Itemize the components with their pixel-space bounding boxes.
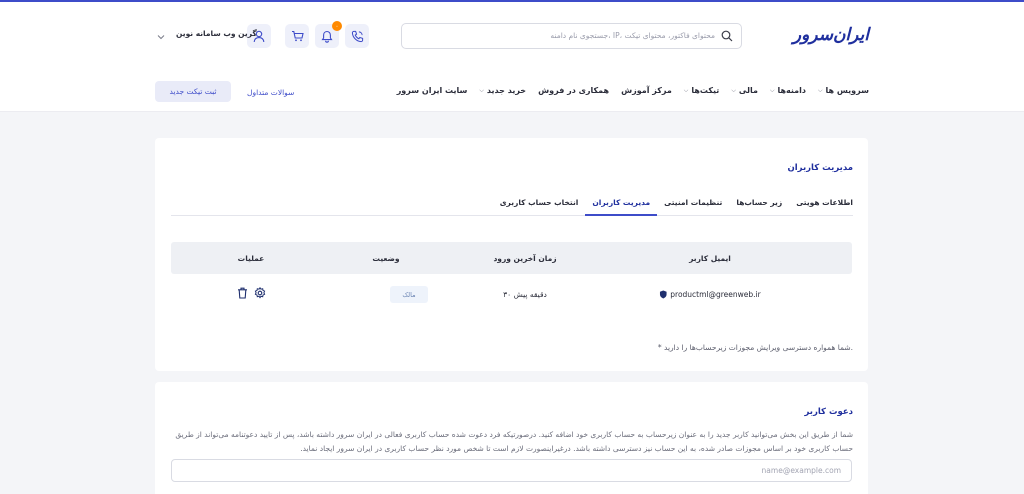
chevron-down-icon[interactable] [157,34,165,40]
users-card-title: مدیریت کاربران [787,163,853,173]
cart-icon [291,30,304,42]
chevron-down-icon: ⌵ [817,86,823,94]
settings-gear-icon[interactable] [254,287,266,299]
tab[interactable]: زیر حساب‌ها [729,198,789,216]
users-management-card: مدیریت کاربران اطلاعات هویتی زیر حساب‌ها ت… [155,138,868,371]
nav-item-label: تیکت‌ها [691,86,720,95]
search-box[interactable]: جستجوی نام دامنه، IP، محتوای فاکتور، محت… [401,23,742,49]
nav-item-label: سایت ایران سرور [396,86,468,95]
nav-item[interactable]: تیکت‌ها ⌵ [684,86,720,95]
tab[interactable]: انتخاب حساب کاربری [493,198,586,216]
column-status: وضعیت [372,254,400,263]
search-placeholder: جستجوی نام دامنه، IP، محتوای فاکتور، محت… [550,31,715,40]
main-nav: سرویس ها ⌵ دامنه‌ها ⌵ مالی ⌵ تیکت‌ها ⌵ مرکز آموز… [0,82,1024,102]
permissions-note: * شما همواره دسترسی ویرایش مجوزات زیرحسا… [657,343,853,352]
nav-item-label: دامنه‌ها [777,86,806,95]
faq-link[interactable]: سوالات متداول [247,88,294,97]
invite-description: شما از طریق این بخش می‌توانید کاربر جدید… [175,430,853,453]
bell-icon [321,30,333,43]
nav-item-label: همکاری در فروش [538,86,610,95]
nav-item[interactable]: دامنه‌ها ⌵ [770,86,806,95]
nav-item[interactable]: سایت ایران سرور [397,86,468,95]
user-name[interactable]: گرین وب سامانه نوین [176,29,257,38]
tab[interactable]: اطلاعات هویتی [789,198,853,216]
invite-email-input[interactable] [171,459,852,482]
chevron-down-icon: ⌵ [731,86,736,94]
chevron-down-icon: ⌵ [769,86,775,94]
phone-button[interactable] [345,24,369,48]
last-login-value: ۳۰ دقیقه پیش [503,290,547,299]
shield-icon [659,290,667,299]
column-email: ایمیل کاربر [689,254,731,263]
nav-item[interactable]: مالی ⌵ [731,86,758,95]
nav-item[interactable]: سرویس ها ⌵ [818,86,869,95]
tab[interactable]: تنظیمات امنیتی [657,198,729,216]
new-ticket-button[interactable]: ثبت تیکت جدید [155,81,231,102]
tab[interactable]: مدیریت کاربران [585,198,658,216]
nav-items: سرویس ها ⌵ دامنه‌ها ⌵ مالی ⌵ تیکت‌ها ⌵ مرکز آموز… [397,86,869,95]
email-cell: productml@greenweb.ir [659,290,761,299]
logo[interactable]: ایران‌سرور [793,25,870,45]
user-email: productml@greenweb.ir [670,290,761,299]
profile-tabs: اطلاعات هویتی زیر حساب‌ها تنظیمات امنیتی مد… [171,198,853,216]
cart-button[interactable] [285,24,309,48]
nav-item-label: مرکز آموزش [621,86,672,95]
nav-item[interactable]: همکاری در فروش [538,86,609,95]
trash-icon[interactable] [237,287,248,299]
column-operations: عملیات [237,254,265,263]
nav-item[interactable]: مرکز آموزش [621,86,672,95]
notifications-button[interactable]: ۰ [315,21,342,48]
users-table-header: ایمیل کاربر زمان آخرین ورود وضعیت عملیات [171,242,852,274]
nav-item[interactable]: خرید جدید ⌵ [479,86,526,95]
nav-item-label: خرید جدید [486,86,527,95]
notification-badge: ۰ [332,21,342,31]
status-badge: مالک [390,286,428,303]
invite-card-title: دعوت کاربر [804,407,853,417]
table-row: productml@greenweb.ir ۳۰ دقیقه پیش مالک [171,278,852,310]
chevron-down-icon: ⌵ [479,86,484,94]
chevron-down-icon: ⌵ [683,86,689,94]
search-icon [721,30,733,42]
invite-user-card: دعوت کاربر شما از طریق این بخش می‌توانید… [155,382,868,494]
nav-item-label: مالی [738,86,758,95]
row-operations [237,287,266,299]
nav-item-label: سرویس ها [825,86,869,95]
phone-icon [351,30,363,42]
column-last-login: زمان آخرین ورود [493,254,557,263]
